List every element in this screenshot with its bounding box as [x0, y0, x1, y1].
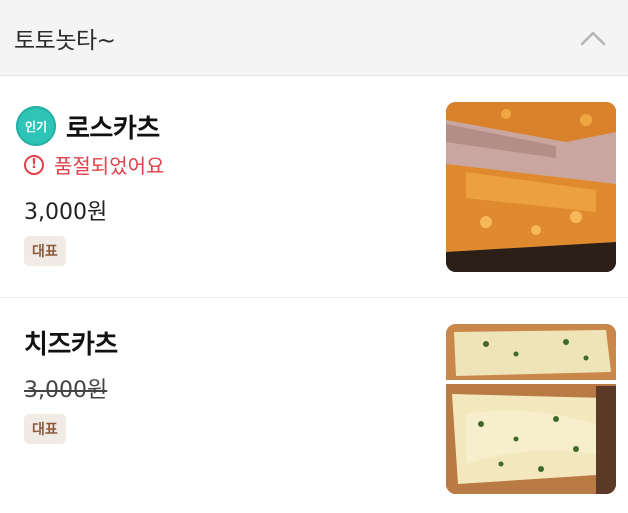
exclamation-circle-icon: ! — [24, 154, 44, 175]
menu-item-chijeukacheu[interactable]: 치즈카츠 3,000원 대표 — [0, 298, 628, 513]
item-name: 치즈카츠 — [24, 330, 118, 360]
chevron-up-icon[interactable] — [576, 21, 610, 55]
popular-badge: 인기 — [16, 106, 56, 146]
soldout-text: 품절되었어요 — [54, 154, 165, 178]
item-price: 3,000원 — [24, 200, 108, 225]
pork-loin-katsu-photo[interactable] — [446, 102, 616, 272]
signature-tag: 대표 — [24, 414, 66, 444]
menu-item-roseukacheu[interactable]: 인기 로스카츠 ! 품절되었어요 3,000원 대표 — [0, 76, 628, 298]
item-name-row: 치즈카츠 — [24, 324, 118, 361]
menu-section-header[interactable]: 토토놋타~ — [0, 0, 628, 76]
item-name-row: 인기 로스카츠 — [16, 106, 160, 146]
cheese-katsu-photo[interactable] — [446, 324, 616, 494]
section-title: 토토놋타~ — [14, 27, 116, 54]
signature-tag: 대표 — [24, 236, 66, 266]
item-name: 로스카츠 — [66, 113, 160, 144]
item-price: 3,000원 — [24, 378, 108, 403]
soldout-status: ! 품절되었어요 — [24, 150, 164, 179]
